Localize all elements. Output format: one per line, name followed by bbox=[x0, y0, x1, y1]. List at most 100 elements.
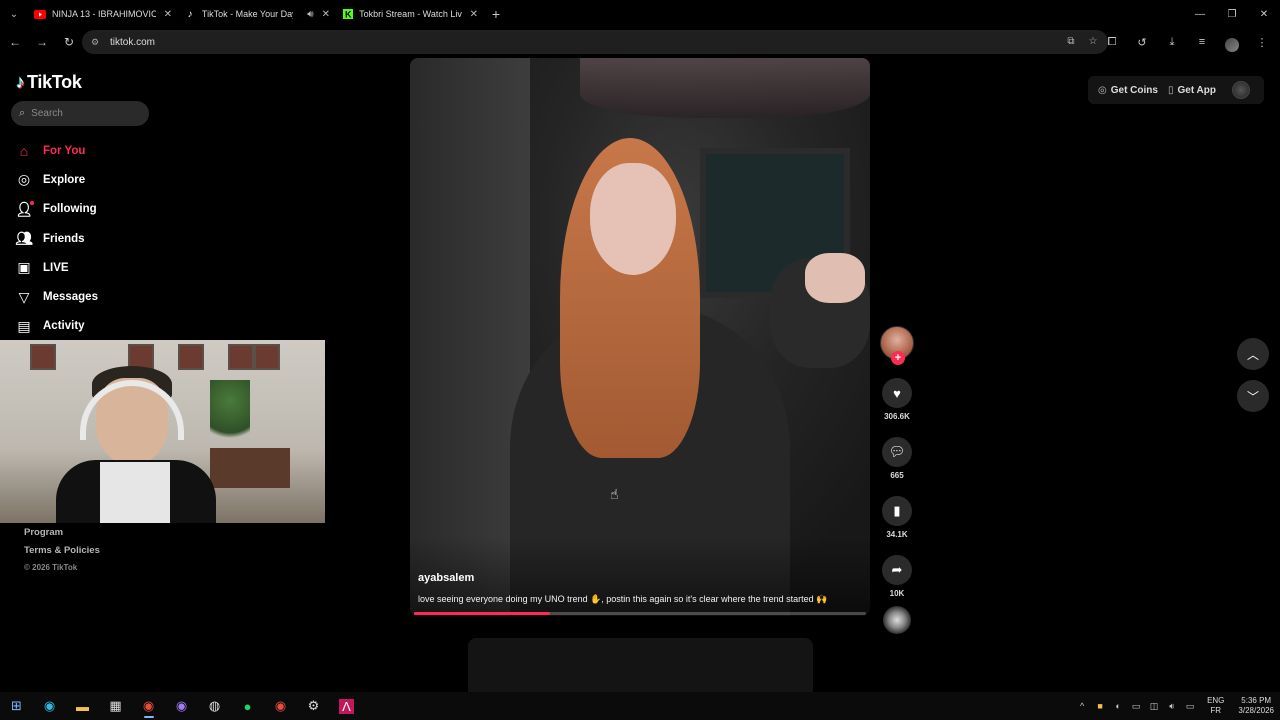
youtube-icon bbox=[34, 8, 46, 20]
top-actions: ◎ Get Coins ▯ Get App bbox=[1088, 76, 1264, 104]
language-indicator[interactable]: ENG FR bbox=[1207, 696, 1224, 716]
next-video-button[interactable]: ﹀ bbox=[1237, 380, 1269, 412]
tab-search-icon[interactable]: ⌄ bbox=[0, 0, 28, 28]
notification-dot bbox=[30, 200, 34, 205]
clock[interactable]: 5:36 PM 3/28/2026 bbox=[1238, 696, 1274, 716]
new-tab-button[interactable]: + bbox=[484, 0, 508, 28]
profile-avatar[interactable] bbox=[1220, 30, 1244, 54]
get-app-button[interactable]: ▯ Get App bbox=[1168, 85, 1216, 96]
system-tray: ^ ■ ◐ ▭ ◫ 🔉︎ ▭ ENG FR 5:36 PM 3/28/2026 bbox=[1075, 692, 1274, 720]
sidebar-item-following[interactable]: 👤︎ Following bbox=[15, 195, 195, 224]
tray-expand-icon[interactable]: ^ bbox=[1075, 699, 1089, 713]
extensions-icon[interactable]: ⧠ bbox=[1100, 30, 1124, 54]
chrome-profile-icon[interactable]: ◉ bbox=[165, 692, 198, 720]
spotify-icon[interactable]: ● bbox=[231, 692, 264, 720]
tray-app-icon[interactable]: ■ bbox=[1093, 699, 1107, 713]
tiktok-note-icon: ♪ bbox=[16, 72, 25, 92]
comment-icon[interactable]: 💬︎ bbox=[882, 437, 912, 467]
share-count: 10K bbox=[889, 589, 905, 598]
site-info-icon[interactable]: ⚙ bbox=[88, 35, 102, 49]
network-icon[interactable]: ◫ bbox=[1147, 699, 1161, 713]
obs-icon[interactable]: ◍ bbox=[198, 692, 231, 720]
heart-icon[interactable]: ♥ bbox=[882, 378, 912, 408]
video-username[interactable]: ayabsalem bbox=[418, 572, 474, 584]
video-progress-bar[interactable] bbox=[414, 612, 866, 615]
footer-links: Program Terms & Policies © 2026 TikTok bbox=[24, 527, 100, 581]
browser-tab-bar: ⌄ NINJA 13 - IBRAHIMOVIC ( MIX ✕ ♪ TikTo… bbox=[0, 0, 1280, 28]
next-video-preview[interactable] bbox=[468, 638, 813, 692]
browser-tab-kick[interactable]: K Tokbri Stream - Watch Live on ✕ bbox=[336, 0, 484, 28]
sidebar-item-friends[interactable]: 👥︎ Friends bbox=[15, 224, 195, 253]
video-progress-fill bbox=[414, 612, 550, 615]
previous-video-button[interactable]: ︿ bbox=[1237, 338, 1269, 370]
windows-taskbar: ⊞ ◉ ▬ ▦ ◉ ◉ ◍ ● ◉ ⚙ Λ ^ ■ ◐ ▭ ◫ 🔉︎ ▭ ENG… bbox=[0, 692, 1280, 720]
sidebar-item-messages[interactable]: ▽ Messages bbox=[15, 282, 195, 311]
app-icon[interactable]: Λ bbox=[330, 692, 363, 720]
save-action[interactable]: ▮ 34.1K bbox=[878, 496, 916, 539]
bookmark-star-icon[interactable]: ☆ bbox=[1086, 34, 1100, 48]
share-icon[interactable]: ➦ bbox=[882, 555, 912, 585]
close-icon[interactable]: ✕ bbox=[322, 9, 330, 20]
chrome-icon[interactable]: ◉ bbox=[132, 692, 165, 720]
tiktok-page: ♪ TikTok ⌕ ⌂ For You ◎ Explore 👤︎ Follow… bbox=[0, 56, 1280, 692]
sidebar-item-label: For You bbox=[43, 144, 86, 157]
creator-avatar[interactable]: + bbox=[880, 326, 914, 365]
bookmark-icon[interactable]: ▮ bbox=[882, 496, 912, 526]
close-icon[interactable]: ✕ bbox=[470, 9, 478, 20]
terms-link[interactable]: Terms & Policies bbox=[24, 545, 100, 563]
restore-icon[interactable]: ❐ bbox=[1216, 0, 1248, 28]
discord-icon[interactable]: ◐ bbox=[1111, 699, 1125, 713]
search-box[interactable]: ⌕ bbox=[11, 101, 149, 126]
download-icon[interactable]: ⤓ bbox=[1160, 30, 1184, 54]
chrome-alt-icon[interactable]: ◉ bbox=[264, 692, 297, 720]
webcam-overlay bbox=[0, 340, 325, 523]
sidebar-item-explore[interactable]: ◎ Explore bbox=[15, 165, 195, 194]
windows-start-icon[interactable]: ⊞ bbox=[0, 692, 33, 720]
history-icon[interactable]: ↺ bbox=[1130, 30, 1154, 54]
settings-icon[interactable]: ⚙ bbox=[297, 692, 330, 720]
browser-tab-tiktok[interactable]: ♪ TikTok - Make Your Day 🔊︎ ✕ bbox=[178, 0, 336, 28]
home-icon: ⌂ bbox=[19, 142, 29, 159]
battery-icon[interactable]: ▭ bbox=[1183, 699, 1197, 713]
url-text[interactable]: tiktok.com bbox=[110, 37, 155, 48]
forward-icon[interactable]: → bbox=[30, 30, 54, 54]
sidebar-item-live[interactable]: ▣ LIVE bbox=[15, 253, 195, 282]
follow-plus-icon[interactable]: + bbox=[891, 351, 905, 365]
live-icon: ▣ bbox=[17, 259, 31, 276]
speaker-icon[interactable]: 🔊︎ bbox=[307, 9, 313, 20]
address-bar[interactable]: ⚙ tiktok.com ⧉ ☆ bbox=[82, 30, 1108, 54]
volume-icon[interactable]: 🔉︎ bbox=[1165, 699, 1179, 713]
edge-icon[interactable]: ◉ bbox=[33, 692, 66, 720]
sidebar-item-activity[interactable]: ▤ Activity bbox=[15, 312, 195, 341]
media-control-icon[interactable]: ≡ bbox=[1190, 30, 1214, 54]
like-action[interactable]: ♥ 306.6K bbox=[878, 378, 916, 421]
sidebar-item-label: Following bbox=[43, 203, 97, 216]
back-icon[interactable]: ← bbox=[3, 30, 27, 54]
brand-name: TikTok bbox=[27, 72, 82, 92]
install-app-icon[interactable]: ⧉ bbox=[1064, 34, 1078, 48]
search-input[interactable] bbox=[31, 108, 132, 119]
browser-tab-youtube[interactable]: NINJA 13 - IBRAHIMOVIC ( MIX ✕ bbox=[28, 0, 178, 28]
sidebar-item-label: Messages bbox=[43, 291, 98, 304]
profile-avatar[interactable] bbox=[1232, 81, 1250, 99]
minimize-icon[interactable]: — bbox=[1184, 0, 1216, 28]
sidebar-item-for-you[interactable]: ⌂ For You bbox=[15, 136, 195, 165]
file-explorer-icon[interactable]: ▬ bbox=[66, 692, 99, 720]
close-window-icon[interactable]: ✕ bbox=[1248, 0, 1280, 28]
video-player[interactable]: ☝ ayabsalem love seeing everyone doing m… bbox=[410, 58, 870, 616]
tiktok-logo[interactable]: ♪ TikTok bbox=[16, 72, 82, 93]
comment-action[interactable]: 💬︎ 665 bbox=[878, 437, 916, 480]
program-link[interactable]: Program bbox=[24, 527, 100, 545]
store-icon[interactable]: ▦ bbox=[99, 692, 132, 720]
menu-kebab-icon[interactable]: ⋮ bbox=[1250, 30, 1274, 54]
get-coins-button[interactable]: ◎ Get Coins bbox=[1098, 85, 1158, 96]
share-action[interactable]: ➦ 10K bbox=[878, 555, 916, 598]
chevron-down-icon: ﹀ bbox=[1246, 389, 1259, 404]
sidebar-nav: ⌂ For You ◎ Explore 👤︎ Following 👥︎ Frie… bbox=[15, 136, 195, 341]
display-icon[interactable]: ▭ bbox=[1129, 699, 1143, 713]
close-icon[interactable]: ✕ bbox=[164, 9, 172, 20]
lang-bottom: FR bbox=[1210, 706, 1222, 715]
reload-icon[interactable]: ↻ bbox=[57, 30, 81, 54]
music-disc-icon[interactable] bbox=[883, 606, 911, 634]
clock-date: 3/28/2026 bbox=[1238, 706, 1274, 715]
